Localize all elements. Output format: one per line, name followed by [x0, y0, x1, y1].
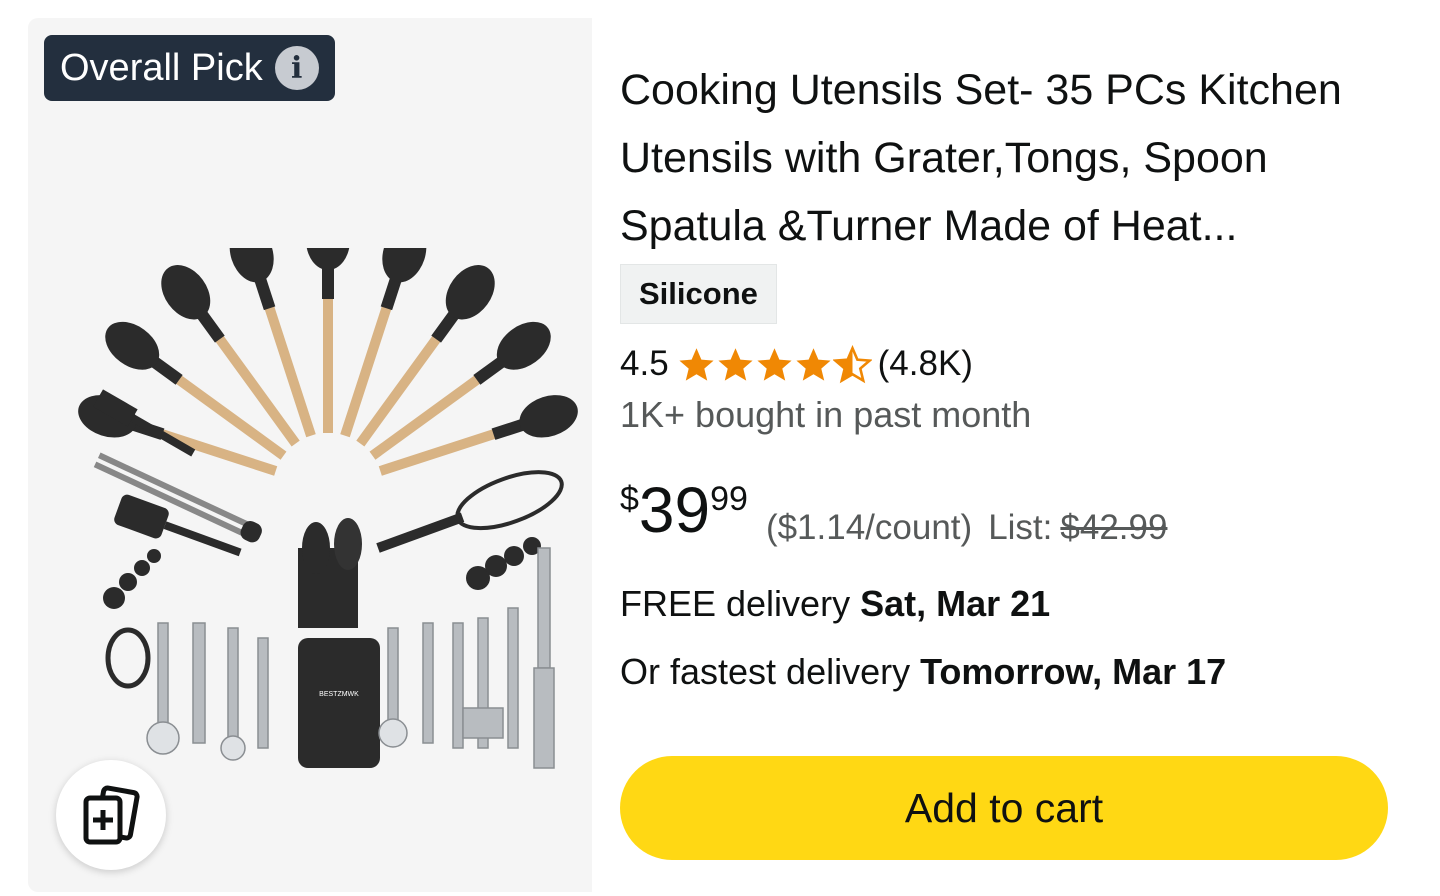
rating-value: 4.5	[620, 344, 669, 383]
compare-button[interactable]	[56, 760, 166, 870]
star-full-icon	[757, 347, 792, 381]
rating-row[interactable]: 4.5 (4.8K)	[620, 336, 973, 392]
product-image[interactable]: BESTZMWK	[58, 248, 578, 788]
star-rating[interactable]	[677, 344, 872, 384]
free-delivery: FREE delivery Sat, Mar 21	[620, 583, 1050, 625]
utensil-holder: BESTZMWK	[298, 518, 380, 768]
utensil-fan	[78, 248, 578, 557]
info-icon[interactable]: i	[274, 46, 319, 90]
price-symbol: $	[620, 480, 639, 518]
star-full-icon	[796, 347, 831, 381]
holder-brand: BESTZMWK	[319, 691, 359, 698]
add-to-cart-button[interactable]: Add to cart	[620, 756, 1388, 860]
fastest-delivery-label: Or fastest delivery	[620, 651, 911, 692]
list-price: $42.99	[1060, 508, 1168, 547]
list-price-label: List:	[988, 508, 1053, 547]
fastest-delivery: Or fastest delivery Tomorrow, Mar 17	[620, 651, 1226, 693]
star-full-icon	[679, 347, 714, 381]
product-details: Cooking Utensils Set- 35 PCs Kitchen Ute…	[620, 18, 1400, 892]
product-title[interactable]: Cooking Utensils Set- 35 PCs Kitchen Ute…	[620, 56, 1390, 260]
price-row: $ 39 99 ($1.14/count) List: $42.99	[620, 470, 1167, 560]
free-delivery-date: Sat, Mar 21	[860, 583, 1051, 624]
price-fraction: 99	[710, 480, 748, 518]
review-count[interactable]: (4.8K)	[878, 344, 973, 384]
star-full-icon	[718, 347, 753, 381]
price-whole: 39	[638, 474, 711, 546]
bought-count: 1K+ bought in past month	[620, 394, 1032, 435]
fastest-delivery-date: Tomorrow, Mar 17	[920, 651, 1227, 692]
product-image-panel[interactable]: Overall Pick i BESTZMWK	[28, 18, 592, 892]
unit-price: ($1.14/count)	[765, 508, 973, 547]
overall-pick-badge: Overall Pick i	[44, 35, 335, 101]
material-tag: Silicone	[620, 264, 777, 324]
free-delivery-label: FREE delivery	[620, 583, 851, 624]
badge-label: Overall Pick	[60, 46, 263, 89]
product-card[interactable]: Overall Pick i BESTZMWK Cooking Utensils…	[28, 18, 1412, 892]
star-half-icon	[832, 344, 872, 383]
add-to-compare-icon	[83, 785, 140, 845]
